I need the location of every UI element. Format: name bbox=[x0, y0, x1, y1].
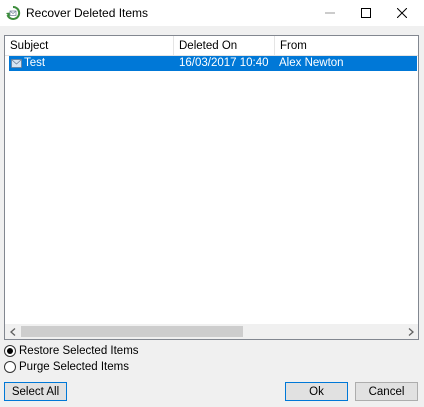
purge-label: Purge Selected Items bbox=[19, 361, 129, 373]
maximize-icon bbox=[361, 8, 371, 18]
deleted-items-list[interactable]: Subject Deleted On From Test 16/03/2017 … bbox=[4, 35, 419, 340]
purge-option[interactable]: Purge Selected Items bbox=[4, 360, 129, 374]
close-icon bbox=[397, 8, 407, 18]
item-deleted-on: 16/03/2017 10:40 bbox=[179, 57, 269, 69]
minimize-icon bbox=[325, 12, 335, 14]
maximize-button[interactable] bbox=[348, 0, 384, 26]
item-from: Alex Newton bbox=[279, 57, 344, 69]
cancel-button[interactable]: Cancel bbox=[355, 382, 418, 401]
window-title: Recover Deleted Items bbox=[26, 6, 149, 20]
horizontal-scrollbar[interactable] bbox=[5, 324, 418, 339]
item-subject: Test bbox=[24, 57, 46, 69]
envelope-icon bbox=[11, 59, 22, 68]
title-bar: Recover Deleted Items bbox=[0, 0, 424, 26]
minimize-button[interactable] bbox=[312, 0, 348, 26]
chevron-left-icon bbox=[9, 327, 15, 336]
column-header-deleted-on[interactable]: Deleted On bbox=[174, 36, 275, 56]
scroll-left-button[interactable] bbox=[5, 324, 20, 339]
chevron-right-icon bbox=[408, 327, 414, 336]
recycle-mail-icon bbox=[6, 5, 21, 20]
restore-radio[interactable] bbox=[4, 345, 16, 357]
select-all-button[interactable]: Select All bbox=[4, 382, 67, 401]
scroll-right-button[interactable] bbox=[403, 324, 418, 339]
close-button[interactable] bbox=[384, 0, 420, 26]
restore-option[interactable]: Restore Selected Items bbox=[4, 344, 139, 358]
scroll-thumb[interactable] bbox=[21, 326, 243, 337]
ok-button[interactable]: Ok bbox=[285, 382, 348, 401]
restore-label: Restore Selected Items bbox=[19, 345, 139, 357]
purge-radio[interactable] bbox=[4, 361, 16, 373]
list-item[interactable]: Test 16/03/2017 10:40 Alex Newton bbox=[9, 56, 417, 71]
list-header: Subject Deleted On From bbox=[5, 36, 418, 56]
column-header-subject[interactable]: Subject bbox=[5, 36, 174, 56]
column-header-from[interactable]: From bbox=[275, 36, 418, 56]
